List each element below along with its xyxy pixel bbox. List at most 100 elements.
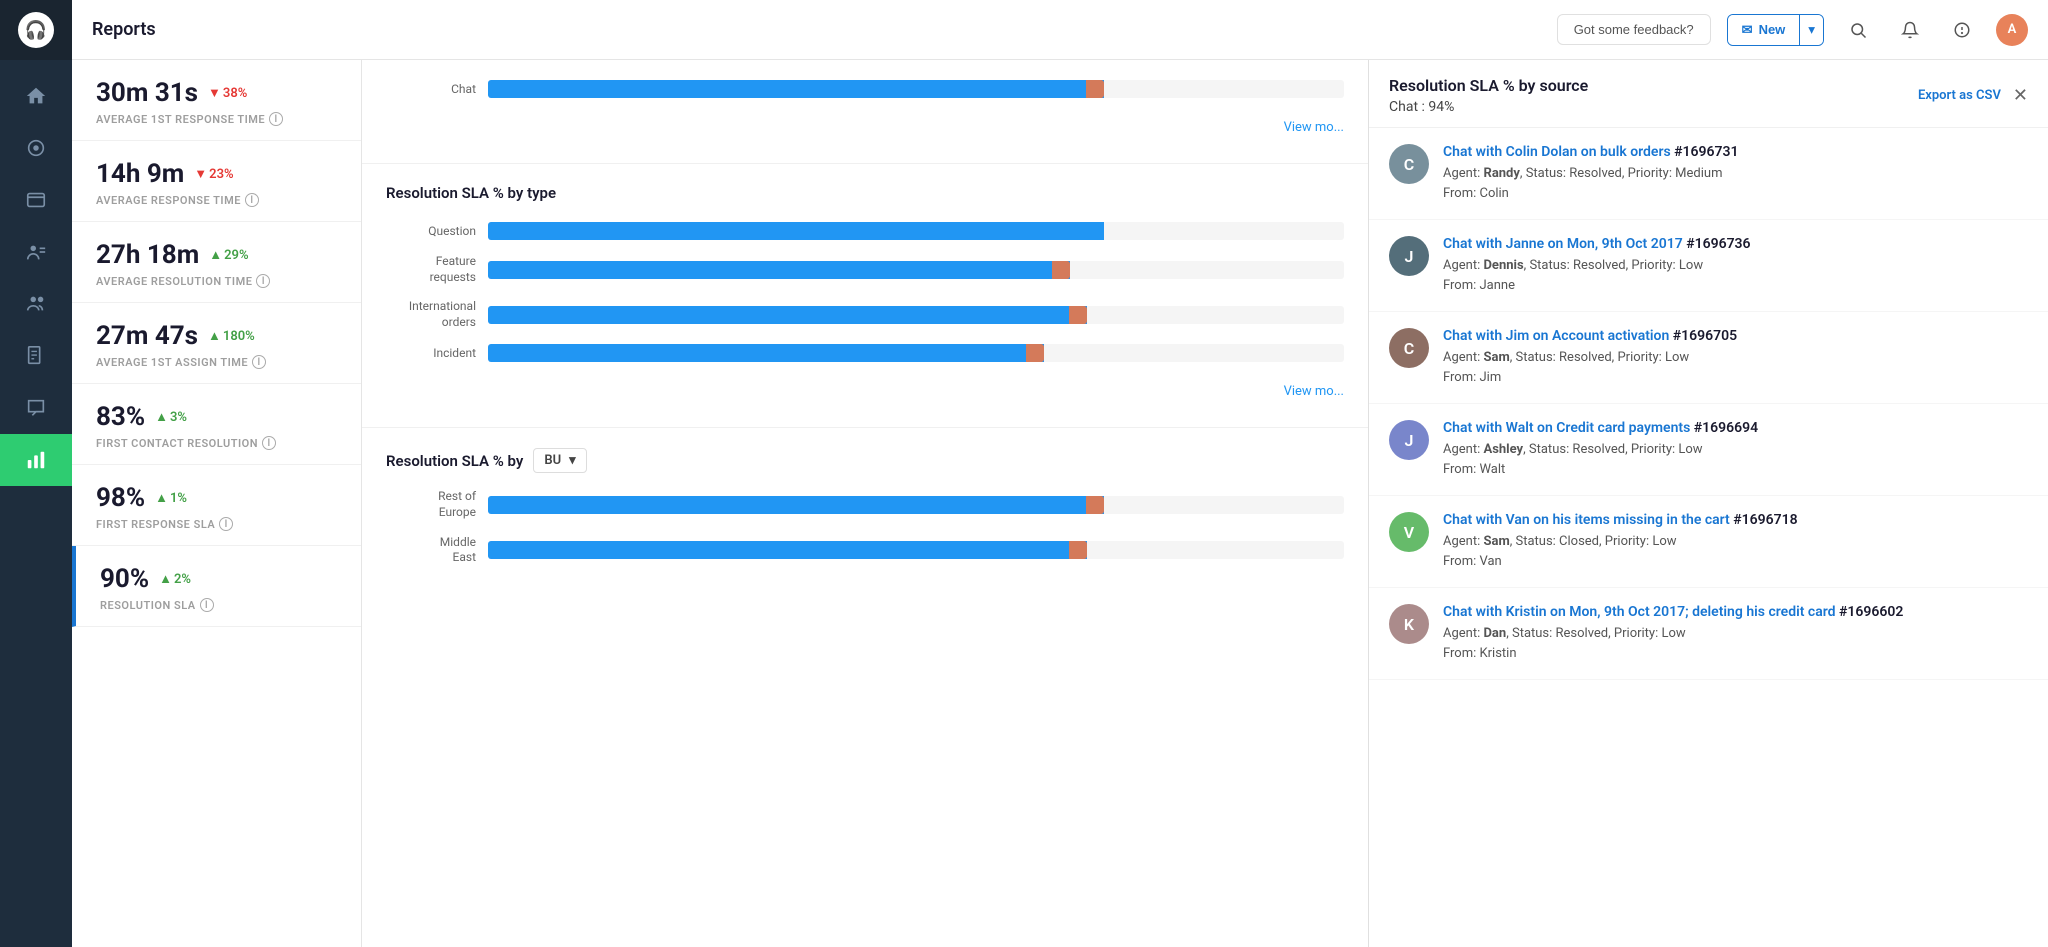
sla-item-link-2[interactable]: Chat with Jim on Account activation [1443, 328, 1669, 344]
sidebar-item-tickets[interactable] [0, 174, 72, 226]
chart-row-chat: Chat [386, 80, 1344, 98]
support-icon [1953, 21, 1971, 39]
user-avatar[interactable]: A [1996, 14, 2028, 46]
search-icon-button[interactable] [1840, 12, 1876, 48]
notifications-icon-button[interactable] [1892, 12, 1928, 48]
home-icon [25, 85, 47, 107]
team-icon [25, 293, 47, 315]
sla-item-content-4: Chat with Van on his items missing in th… [1443, 512, 2028, 571]
metric-value-1: 14h 9m ▼ 23% [96, 159, 337, 189]
chat-icon [25, 397, 47, 419]
metric-value-6: 90% ▲ 2% [100, 564, 337, 594]
sla-item-link-1[interactable]: Chat with Janne on Mon, 9th Oct 2017 [1443, 236, 1683, 252]
sla-item-ticket-2: #1696705 [1673, 328, 1737, 344]
sidebar-item-chat[interactable] [0, 382, 72, 434]
sla-item-ticket-3: #1696694 [1694, 420, 1758, 436]
sla-item-link-3[interactable]: Chat with Walt on Credit card payments [1443, 420, 1690, 436]
sla-items-list: C Chat with Colin Dolan on bulk orders #… [1369, 128, 2048, 947]
metric-change-4: ▲ 3% [155, 409, 187, 425]
sidebar-item-team[interactable] [0, 278, 72, 330]
ticket-icon [25, 189, 47, 211]
view-more-source[interactable]: View mo... [386, 112, 1344, 143]
metric-label-3: AVERAGE 1ST ASSIGN TIME i [96, 355, 337, 369]
docs-icon [25, 345, 47, 367]
sla-item-title-1: Chat with Janne on Mon, 9th Oct 2017 #16… [1443, 236, 2028, 252]
metric-card-4: 83% ▲ 3% FIRST CONTACT RESOLUTION i [72, 384, 361, 465]
sla-item-meta-2: Agent: Sam, Status: Resolved, Priority: … [1443, 348, 2028, 387]
support-icon-button[interactable] [1944, 12, 1980, 48]
sla-item-2: C Chat with Jim on Account activation #1… [1369, 312, 2048, 404]
sla-item-3: J Chat with Walt on Credit card payments… [1369, 404, 2048, 496]
chart-label-chat: Chat [386, 82, 476, 96]
sla-item-link-4[interactable]: Chat with Van on his items missing in th… [1443, 512, 1730, 528]
sla-item-4: V Chat with Van on his items missing in … [1369, 496, 2048, 588]
charts-panel: Chat View mo... Resolution SLA % by type… [362, 60, 1368, 947]
sla-item-content-5: Chat with Kristin on Mon, 9th Oct 2017; … [1443, 604, 2028, 663]
metric-card-1: 14h 9m ▼ 23% AVERAGE RESPONSE TIME i [72, 141, 361, 222]
sla-item-ticket-5: #1696602 [1839, 604, 1903, 620]
metric-label-1: AVERAGE RESPONSE TIME i [96, 193, 337, 207]
info-icon-0[interactable]: i [269, 112, 283, 126]
sla-item-meta-3: Agent: Ashley, Status: Resolved, Priorit… [1443, 440, 2028, 479]
sla-title: Resolution SLA % by source [1389, 76, 1588, 95]
sla-item-1: J Chat with Janne on Mon, 9th Oct 2017 #… [1369, 220, 2048, 312]
metric-card-2: 27h 18m ▲ 29% AVERAGE RESOLUTION TIME i [72, 222, 361, 303]
sla-avatar-0: C [1389, 144, 1429, 184]
sla-item-link-5[interactable]: Chat with Kristin on Mon, 9th Oct 2017; … [1443, 604, 1836, 620]
chart-label-intl: Internationalorders [386, 299, 476, 330]
chart-section-source: Chat View mo... [362, 60, 1368, 164]
export-csv-button[interactable]: Export as CSV [1918, 88, 2001, 103]
chart-label-feature: Featurerequests [386, 254, 476, 285]
metric-label-2: AVERAGE RESOLUTION TIME i [96, 274, 337, 288]
new-button-icon: ✉ [1742, 22, 1753, 38]
sidebar: 🎧 [0, 0, 72, 947]
chart-row-incident: Incident [386, 344, 1344, 362]
contacts-icon [25, 241, 47, 263]
feedback-button[interactable]: Got some feedback? [1557, 14, 1711, 45]
chart-label-question: Question [386, 224, 476, 238]
new-button-label: New [1759, 22, 1786, 37]
sla-avatar-3: J [1389, 420, 1429, 460]
sidebar-item-reports[interactable] [0, 434, 72, 486]
chart-row-middle-east: MiddleEast [386, 535, 1344, 566]
sla-avatar-2: C [1389, 328, 1429, 368]
sla-item-title-4: Chat with Van on his items missing in th… [1443, 512, 2028, 528]
content-area: 30m 31s ▼ 38% AVERAGE 1ST RESPONSE TIME … [72, 60, 2048, 947]
info-icon-5[interactable]: i [219, 517, 233, 531]
new-button[interactable]: ✉ New [1728, 15, 1800, 45]
sla-item-link-0[interactable]: Chat with Colin Dolan on bulk orders [1443, 144, 1671, 160]
main-content: Reports Got some feedback? ✉ New ▾ A 30m… [72, 0, 2048, 947]
sidebar-item-docs[interactable] [0, 330, 72, 382]
metric-card-0: 30m 31s ▼ 38% AVERAGE 1ST RESPONSE TIME … [72, 60, 361, 141]
chart-section-type: Resolution SLA % by type Question Featur… [362, 164, 1368, 428]
header: Reports Got some feedback? ✉ New ▾ A [72, 0, 2048, 60]
sidebar-item-home[interactable] [0, 70, 72, 122]
sidebar-item-contacts[interactable] [0, 226, 72, 278]
sidebar-item-inbox[interactable] [0, 122, 72, 174]
bu-selector[interactable]: BU ▾ [533, 448, 586, 473]
metric-change-6: ▲ 2% [159, 571, 191, 587]
view-more-type[interactable]: View mo... [386, 376, 1344, 407]
sla-panel: Resolution SLA % by source Chat : 94% Ex… [1368, 60, 2048, 947]
logo: 🎧 [0, 0, 72, 60]
chart-label-middle-east: MiddleEast [386, 535, 476, 566]
metric-change-3: ▲ 180% [208, 328, 255, 344]
sla-avatar-5: K [1389, 604, 1429, 644]
sla-item-meta-0: Agent: Randy, Status: Resolved, Priority… [1443, 164, 2028, 203]
sla-item-title-0: Chat with Colin Dolan on bulk orders #16… [1443, 144, 2028, 160]
close-button[interactable]: ✕ [2013, 87, 2028, 105]
sla-item-ticket-4: #1696718 [1733, 512, 1797, 528]
metric-value-5: 98% ▲ 1% [96, 483, 337, 513]
metric-value-3: 27m 47s ▲ 180% [96, 321, 337, 351]
info-icon-2[interactable]: i [256, 274, 270, 288]
info-icon-6[interactable]: i [200, 598, 214, 612]
sla-item-5: K Chat with Kristin on Mon, 9th Oct 2017… [1369, 588, 2048, 680]
info-icon-4[interactable]: i [262, 436, 276, 450]
new-dropdown-button[interactable]: ▾ [1799, 15, 1823, 45]
info-icon-3[interactable]: i [252, 355, 266, 369]
sla-avatar-4: V [1389, 512, 1429, 552]
chart-label-incident: Incident [386, 346, 476, 360]
metric-card-5: 98% ▲ 1% FIRST RESPONSE SLA i [72, 465, 361, 546]
search-icon [1849, 21, 1867, 39]
info-icon-1[interactable]: i [245, 193, 259, 207]
